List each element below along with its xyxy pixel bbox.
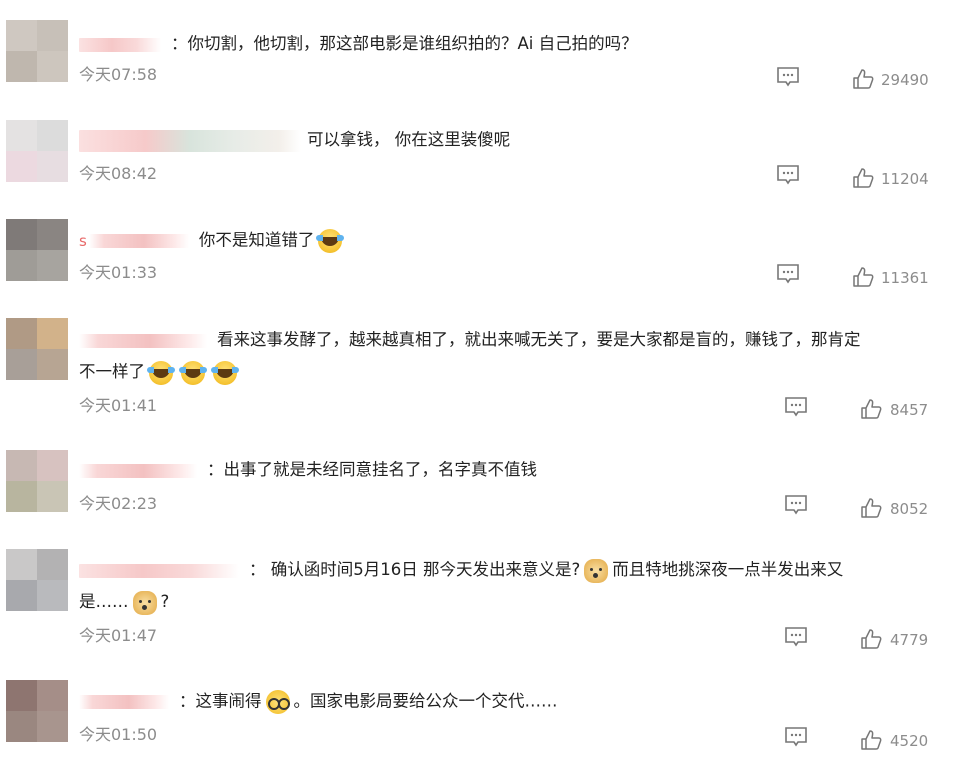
avatar[interactable] [6, 20, 68, 82]
username-blurred[interactable] [79, 37, 161, 52]
username-blurred[interactable] [88, 234, 189, 248]
comment-icon[interactable] [776, 263, 800, 285]
laugh-cry-emoji [147, 360, 175, 385]
comment-time: 今天07:58 [79, 65, 158, 84]
laugh-cry-emoji [316, 229, 345, 253]
thumbs-up-icon[interactable] [860, 497, 882, 519]
comment-time: 今天01:47 [79, 626, 158, 645]
comment-body: ： 确认函时间5月16日 那今天发出来意义是? [249, 560, 581, 579]
avatar[interactable] [6, 318, 68, 380]
comment-body: ：出事了就是未经同意挂名了，名字真不值钱 [207, 460, 537, 479]
doge-emoji [132, 590, 157, 615]
like-count: 4520 [890, 732, 929, 750]
comment-item: ： 确认函时间5月16日 那今天发出来意义是? 而且特地挑深夜一点半发出来又 是…… [0, 549, 960, 664]
comment-icon[interactable] [784, 396, 808, 418]
comment-body: 可以拿钱， 你在这里装傻呢 [307, 130, 511, 149]
comment-time: 今天01:33 [79, 263, 158, 282]
comment-icon[interactable] [784, 626, 808, 648]
comment-body-continued: 是…… [79, 592, 129, 611]
thumbs-up-icon[interactable] [852, 68, 874, 90]
comment-text: 可以拿钱， 你在这里装傻呢 [79, 129, 942, 152]
like-count: 11204 [881, 170, 929, 188]
comment-item: 看来这事发酵了，越来越真相了，就出来喊无关了，要是大家都是盲的，赚钱了，那肯定 … [0, 318, 960, 433]
comment-item: s 你不是知道错了 今天01:33 11361 [0, 219, 960, 299]
comment-item: ：这事闹得 。国家电影局要给公众一个交代…… 今天01:50 4520 [0, 680, 960, 760]
comment-time: 今天02:23 [79, 494, 158, 513]
avatar[interactable] [6, 120, 68, 182]
comment-time: 今天08:42 [79, 164, 158, 183]
username-blurred[interactable] [79, 463, 197, 478]
comment-icon[interactable] [776, 66, 800, 88]
avatar[interactable] [6, 549, 68, 611]
laugh-cry-emoji [211, 360, 239, 385]
like-count: 4779 [890, 631, 929, 649]
comment-body: 看来这事发酵了，越来越真相了，就出来喊无关了，要是大家都是盲的，赚钱了，那肯定 [217, 330, 861, 349]
comment-text: 看来这事发酵了，越来越真相了，就出来喊无关了，要是大家都是盲的，赚钱了，那肯定 … [79, 324, 942, 388]
comment-time: 今天01:50 [79, 725, 158, 744]
comment-body-after: 而且特地挑深夜一点半发出来又 [612, 560, 844, 579]
avatar[interactable] [6, 219, 68, 281]
avatar[interactable] [6, 680, 68, 742]
comment-text: s 你不是知道错了 [79, 229, 942, 253]
glasses-emoji [265, 690, 290, 714]
comment-text: ：出事了就是未经同意挂名了，名字真不值钱 [79, 459, 942, 481]
thumbs-up-icon[interactable] [860, 628, 882, 650]
comment-item: ：出事了就是未经同意挂名了，名字真不值钱 今天02:23 8052 [0, 450, 960, 530]
thumbs-up-icon[interactable] [860, 398, 882, 420]
comment-icon[interactable] [784, 494, 808, 516]
comment-body-after: 。国家电影局要给公众一个交代…… [293, 691, 558, 711]
like-count: 8457 [890, 401, 929, 419]
username-blurred[interactable] [79, 333, 207, 348]
thumbs-up-icon[interactable] [852, 167, 874, 189]
username-initial[interactable]: s [79, 232, 87, 250]
comment-body: ：你切割，他切割，那这部电影是谁组织拍的？Ai 自己拍的吗？ [171, 34, 638, 53]
thumbs-up-icon[interactable] [860, 729, 882, 751]
comment-body: ：这事闹得 [179, 691, 262, 711]
doge-emoji [584, 558, 609, 583]
comment-item: 可以拿钱， 你在这里装傻呢 今天08:42 11204 [0, 120, 960, 200]
laugh-cry-emoji [179, 360, 207, 385]
like-count: 8052 [890, 500, 929, 518]
avatar[interactable] [6, 450, 68, 512]
comment-text: ：你切割，他切割，那这部电影是谁组织拍的？Ai 自己拍的吗？ [79, 33, 942, 55]
comment-time: 今天01:41 [79, 396, 158, 415]
thumbs-up-icon[interactable] [852, 266, 874, 288]
comment-text: ：这事闹得 。国家电影局要给公众一个交代…… [79, 690, 942, 714]
username-blurred[interactable] [79, 563, 239, 578]
comment-body-tail: ? [160, 592, 170, 611]
username-blurred[interactable] [79, 129, 301, 152]
comment-list: ：你切割，他切割，那这部电影是谁组织拍的？Ai 自己拍的吗？ 今天07:58 2… [0, 0, 960, 760]
comment-text: ： 确认函时间5月16日 那今天发出来意义是? 而且特地挑深夜一点半发出来又 是…… [79, 554, 942, 618]
comment-icon[interactable] [784, 726, 808, 748]
comment-body-continued: 不一样了 [79, 362, 145, 381]
comment-icon[interactable] [776, 164, 800, 186]
like-count: 11361 [881, 269, 929, 287]
comment-body: 你不是知道错了 [198, 230, 315, 250]
like-count: 29490 [881, 71, 929, 89]
comment-item: ：你切割，他切割，那这部电影是谁组织拍的？Ai 自己拍的吗？ 今天07:58 2… [0, 20, 960, 100]
username-blurred[interactable] [79, 695, 169, 709]
